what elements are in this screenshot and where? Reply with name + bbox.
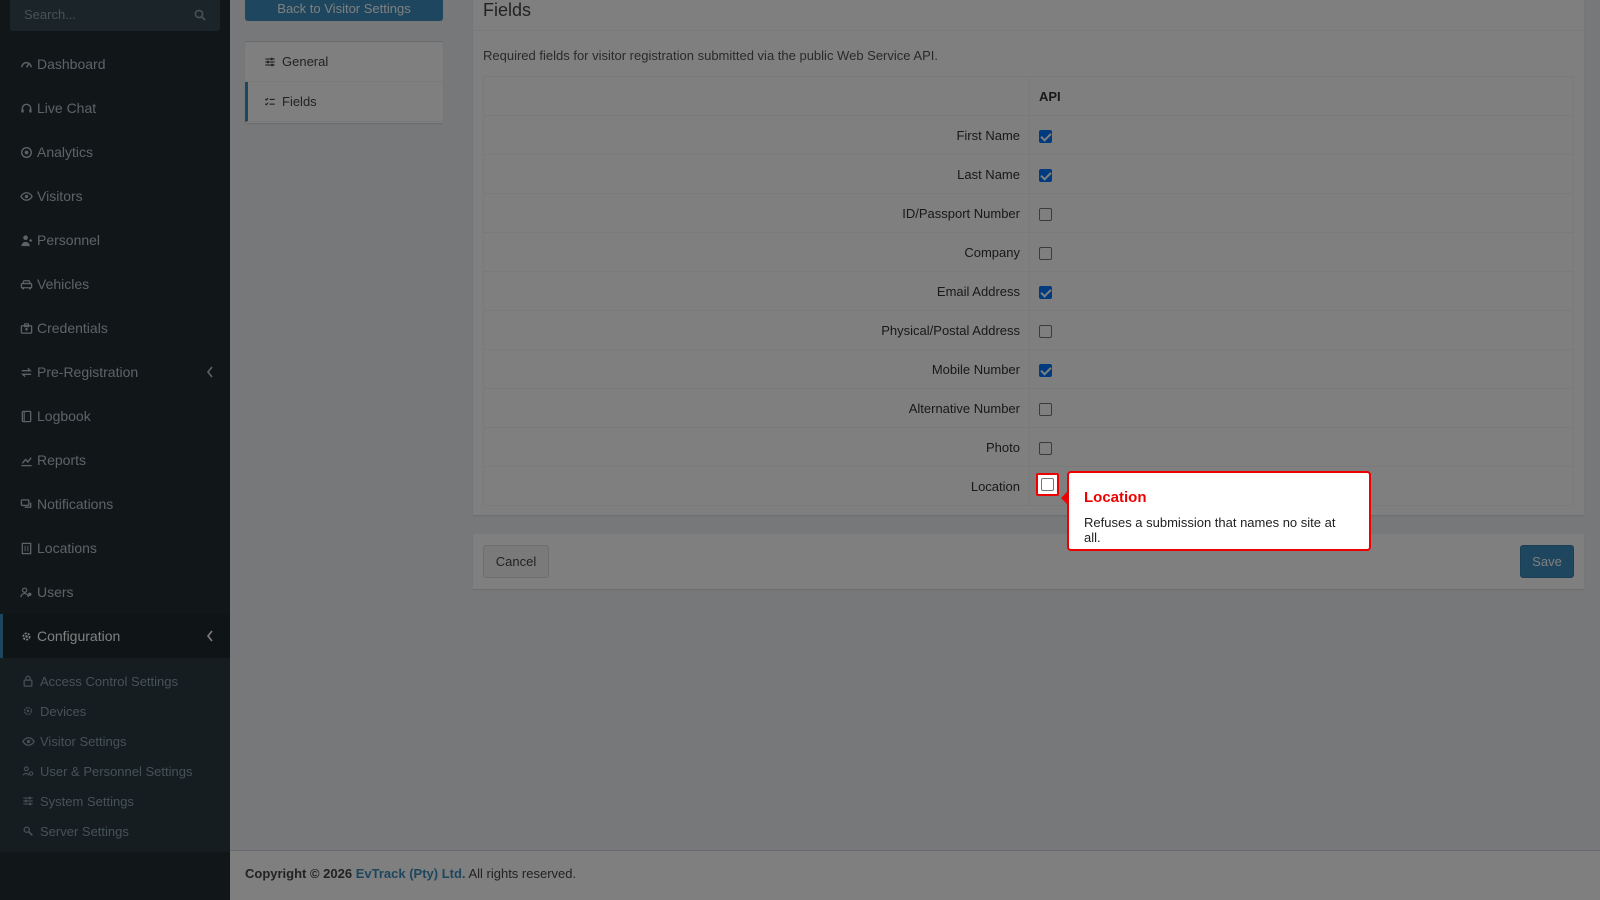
tour-tooltip: Location Refuses a submission that names… [1061, 471, 1371, 551]
location-api-checkbox[interactable] [1041, 478, 1054, 491]
tour-overlay [0, 0, 1600, 900]
tooltip-body: Refuses a submission that names no site … [1084, 515, 1336, 545]
location-checkbox-highlight[interactable] [1036, 473, 1059, 496]
tooltip-title: Location [1084, 489, 1147, 506]
